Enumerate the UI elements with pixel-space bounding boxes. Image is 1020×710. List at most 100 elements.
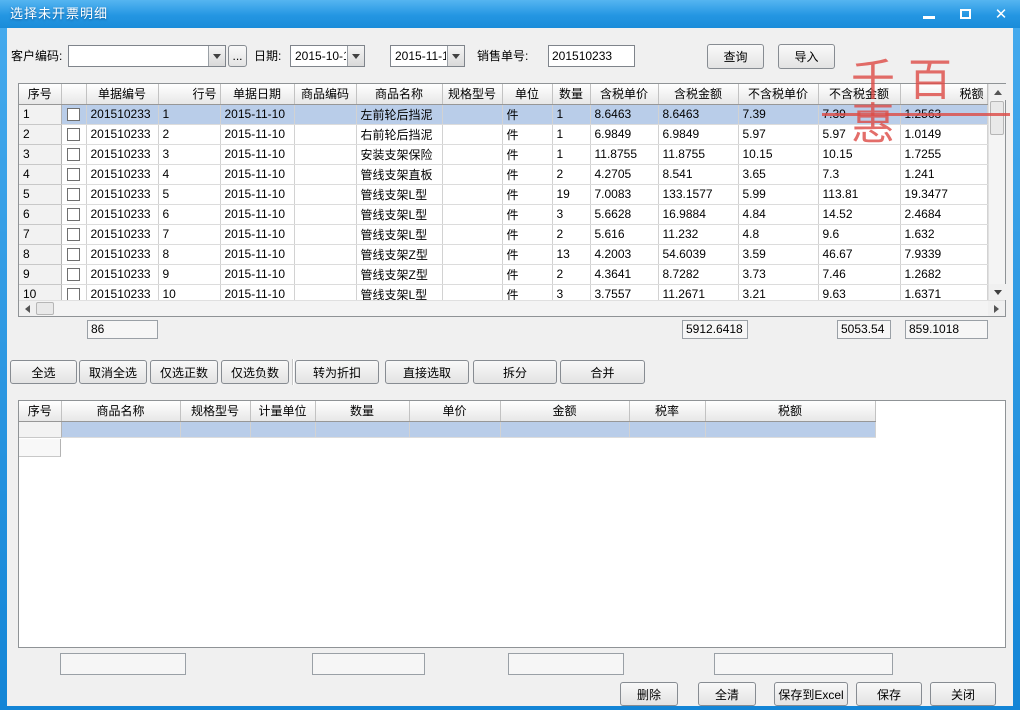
invoice-cell[interactable]: [629, 421, 705, 437]
detail-cell[interactable]: 管线支架Z型: [356, 244, 442, 264]
detail-cell[interactable]: 3: [552, 284, 590, 300]
detail-cell[interactable]: 5.616: [590, 224, 658, 244]
detail-cell[interactable]: 11.2671: [658, 284, 738, 300]
detail-table-row[interactable]: 520151023352015-11-10管线支架L型件197.0083133.…: [19, 184, 987, 204]
detail-cell[interactable]: [294, 164, 356, 184]
detail-cell[interactable]: 件: [502, 184, 552, 204]
detail-cell[interactable]: 管线支架L型: [356, 204, 442, 224]
row-number-cell[interactable]: [19, 421, 61, 437]
split-button[interactable]: 拆分: [473, 360, 557, 384]
detail-cell[interactable]: 201510233: [86, 284, 158, 300]
combo-dropdown-button[interactable]: [347, 46, 364, 66]
row-number-cell[interactable]: 7: [19, 224, 61, 244]
detail-table-row[interactable]: 820151023382015-11-10管线支架Z型件134.200354.6…: [19, 244, 987, 264]
detail-cell[interactable]: 2015-11-10: [220, 164, 294, 184]
invoice-cell[interactable]: [180, 421, 250, 437]
invoice-column-header[interactable]: 金额: [500, 401, 629, 421]
detail-cell[interactable]: 右前轮后挡泥: [356, 124, 442, 144]
detail-cell[interactable]: 6: [158, 204, 220, 224]
invoice-column-header[interactable]: 序号: [19, 401, 61, 421]
detail-cell[interactable]: 113.81: [818, 184, 900, 204]
row-checkbox[interactable]: [67, 288, 80, 300]
detail-table-row[interactable]: 420151023342015-11-10管线支架直板件24.27058.541…: [19, 164, 987, 184]
detail-cell[interactable]: 7.46: [818, 264, 900, 284]
detail-cell[interactable]: [294, 104, 356, 124]
detail-cell[interactable]: 1.2682: [900, 264, 987, 284]
save-to-excel-button[interactable]: 保存到Excel: [774, 682, 848, 706]
query-button[interactable]: 查询: [707, 44, 764, 69]
detail-cell[interactable]: 201510233: [86, 164, 158, 184]
to-discount-button[interactable]: 转为折扣: [295, 360, 379, 384]
detail-table-row[interactable]: 920151023392015-11-10管线支架Z型件24.36418.728…: [19, 264, 987, 284]
combo-dropdown-button[interactable]: [208, 46, 225, 66]
detail-cell[interactable]: 8.541: [658, 164, 738, 184]
detail-cell[interactable]: 1.2563: [900, 104, 987, 124]
detail-cell[interactable]: [442, 124, 502, 144]
detail-cell[interactable]: 3.59: [738, 244, 818, 264]
row-checkbox[interactable]: [67, 268, 80, 281]
row-checkbox[interactable]: [67, 128, 80, 141]
invoice-column-header[interactable]: 商品名称: [61, 401, 180, 421]
checkbox-cell[interactable]: [61, 144, 86, 164]
detail-cell[interactable]: [442, 104, 502, 124]
detail-cell[interactable]: [294, 224, 356, 244]
invoice-column-header[interactable]: 数量: [315, 401, 409, 421]
detail-cell[interactable]: 1: [158, 104, 220, 124]
detail-cell[interactable]: 7.39: [818, 104, 900, 124]
detail-cell[interactable]: 2015-11-10: [220, 124, 294, 144]
checkbox-cell[interactable]: [61, 184, 86, 204]
detail-cell[interactable]: 10: [158, 284, 220, 300]
row-checkbox[interactable]: [67, 168, 80, 181]
detail-cell[interactable]: [294, 284, 356, 300]
detail-table-row[interactable]: 720151023372015-11-10管线支架L型件25.61611.232…: [19, 224, 987, 244]
detail-cell[interactable]: [442, 224, 502, 244]
detail-cell[interactable]: 件: [502, 264, 552, 284]
detail-cell[interactable]: 管线支架Z型: [356, 264, 442, 284]
vertical-scrollbar[interactable]: [988, 84, 1005, 300]
only-positive-button[interactable]: 仅选正数: [150, 360, 218, 384]
detail-cell[interactable]: 7.0083: [590, 184, 658, 204]
detail-column-header[interactable]: 行号: [158, 84, 220, 104]
detail-cell[interactable]: 7.39: [738, 104, 818, 124]
row-checkbox[interactable]: [67, 188, 80, 201]
detail-cell[interactable]: 1.632: [900, 224, 987, 244]
detail-cell[interactable]: 8.6463: [658, 104, 738, 124]
detail-cell[interactable]: 201510233: [86, 264, 158, 284]
detail-cell[interactable]: 5.97: [738, 124, 818, 144]
checkbox-cell[interactable]: [61, 284, 86, 300]
detail-column-header[interactable]: 含税单价: [590, 84, 658, 104]
detail-column-header[interactable]: 数量: [552, 84, 590, 104]
detail-cell[interactable]: 11.232: [658, 224, 738, 244]
detail-cell[interactable]: 8: [158, 244, 220, 264]
row-checkbox[interactable]: [67, 228, 80, 241]
detail-cell[interactable]: 2015-11-10: [220, 284, 294, 300]
detail-cell[interactable]: 管线支架L型: [356, 224, 442, 244]
detail-cell[interactable]: 1: [552, 124, 590, 144]
detail-cell[interactable]: 9.6: [818, 224, 900, 244]
checkbox-cell[interactable]: [61, 104, 86, 124]
detail-cell[interactable]: 件: [502, 284, 552, 300]
minimize-button[interactable]: [918, 5, 940, 23]
invoice-column-header[interactable]: 单价: [409, 401, 500, 421]
invoice-cell[interactable]: [409, 421, 500, 437]
row-checkbox[interactable]: [67, 248, 80, 261]
row-number-cell[interactable]: 4: [19, 164, 61, 184]
merge-button[interactable]: 合并: [560, 360, 645, 384]
detail-cell[interactable]: 2015-11-10: [220, 144, 294, 164]
detail-cell[interactable]: 11.8755: [590, 144, 658, 164]
browse-button[interactable]: ...: [228, 45, 247, 67]
detail-cell[interactable]: 件: [502, 124, 552, 144]
detail-column-header[interactable]: 含税金额: [658, 84, 738, 104]
detail-cell[interactable]: 8.6463: [590, 104, 658, 124]
detail-cell[interactable]: [294, 144, 356, 164]
detail-table-row[interactable]: 10201510233102015-11-10管线支架L型件33.755711.…: [19, 284, 987, 300]
detail-cell[interactable]: 2015-11-10: [220, 224, 294, 244]
detail-column-header[interactable]: 商品名称: [356, 84, 442, 104]
delete-button[interactable]: 删除: [620, 682, 678, 706]
detail-column-header[interactable]: 单位: [502, 84, 552, 104]
detail-cell[interactable]: 5: [158, 184, 220, 204]
detail-cell[interactable]: [442, 184, 502, 204]
only-negative-button[interactable]: 仅选负数: [221, 360, 289, 384]
detail-cell[interactable]: [442, 164, 502, 184]
detail-cell[interactable]: 5.6628: [590, 204, 658, 224]
